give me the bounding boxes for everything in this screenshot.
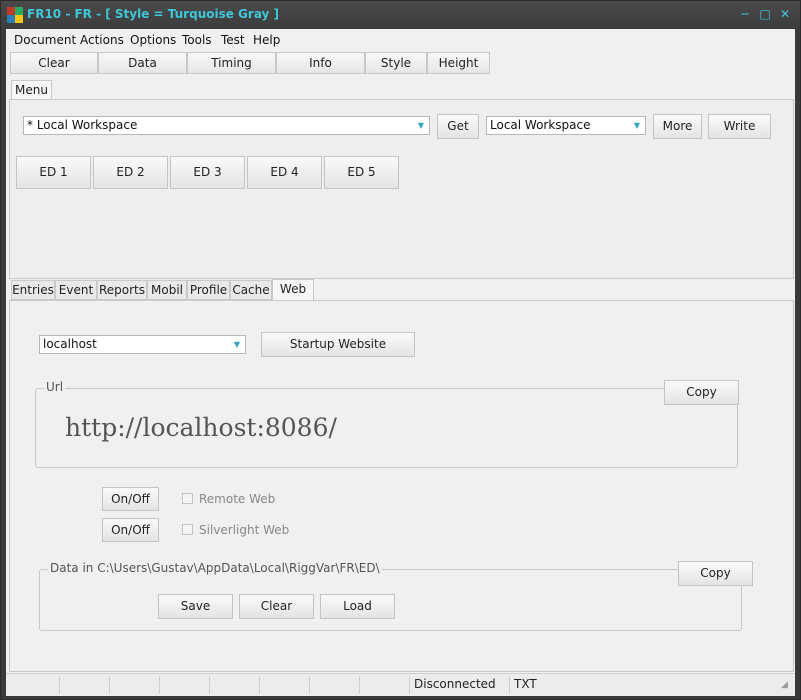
host-combo[interactable]: localhost ▼ [39,335,246,354]
app-window: FR10 - FR - [ Style = Turquoise Gray ] ─… [0,0,801,700]
toolbar-info-button[interactable]: Info [276,52,365,74]
menu-test[interactable]: Test [221,33,245,47]
menu-document[interactable]: Document [14,33,76,47]
menu-panel: * Local Workspace ▼ Get Local Workspace … [9,99,794,279]
menu-tools[interactable]: Tools [182,33,212,47]
tab-web[interactable]: Web [272,279,314,301]
data-copy-button[interactable]: Copy [678,561,753,586]
silverlight-web-label: Silverlight Web [199,523,290,537]
silverlight-web-toggle-button[interactable]: On/Off [102,518,159,542]
close-icon[interactable]: ✕ [776,5,794,23]
minimize-icon[interactable]: ─ [736,5,754,23]
menu-actions[interactable]: Actions [80,33,124,47]
silverlight-web-checkbox[interactable] [182,524,193,535]
toolbar-data-button[interactable]: Data [98,52,187,74]
get-button[interactable]: Get [437,114,479,139]
remote-web-label: Remote Web [199,492,276,506]
tab-reports[interactable]: Reports [97,280,147,300]
tab-menu[interactable]: Menu [11,80,52,100]
window-title: FR10 - FR - [ Style = Turquoise Gray ] [27,7,280,21]
menu-help[interactable]: Help [253,33,280,47]
remote-web-toggle-button[interactable]: On/Off [102,487,159,511]
toolbar-clear-button[interactable]: Clear [10,52,98,74]
resize-grip-icon[interactable]: ◢ [781,680,788,690]
tab-event[interactable]: Event [55,280,97,300]
workspace-combo[interactable]: * Local Workspace ▼ [23,116,430,135]
format-status: TXT [509,676,779,694]
ed-4-button[interactable]: ED 4 [247,156,322,189]
tab-mobil[interactable]: Mobil [147,280,187,300]
save-button[interactable]: Save [158,594,233,619]
startup-website-button[interactable]: Startup Website [261,332,415,357]
app-icon [7,7,23,23]
toolbar: Clear Data Timing Info Style Height [6,51,795,75]
ed-5-button[interactable]: ED 5 [324,156,399,189]
toolbar-style-button[interactable]: Style [365,52,427,74]
host-combo-value: localhost [43,337,97,351]
more-button[interactable]: More [653,114,702,139]
status-cell [109,676,159,694]
status-cell [309,676,359,694]
tab-entries[interactable]: Entries [11,280,55,300]
workspace-type-combo[interactable]: Local Workspace ▼ [486,116,646,135]
status-cell [209,676,259,694]
ed-3-button[interactable]: ED 3 [170,156,245,189]
chevron-down-icon[interactable]: ▼ [632,117,642,134]
ed-2-button[interactable]: ED 2 [93,156,168,189]
write-button[interactable]: Write [708,114,771,139]
remote-web-checkbox[interactable] [182,493,193,504]
workspace-combo-value: * Local Workspace [27,118,138,132]
toolbar-timing-button[interactable]: Timing [187,52,276,74]
status-cell [259,676,309,694]
client-area: Document Actions Options Tools Test Help… [6,29,795,696]
maximize-icon[interactable]: □ [756,5,774,23]
url-legend: Url [44,380,66,394]
data-path-legend: Data in C:\Users\Gustav\AppData\Local\Ri… [48,561,382,575]
menu-bar: Document Actions Options Tools Test Help [6,29,795,51]
status-bar: Disconnected TXT ◢ [6,673,795,696]
menu-options[interactable]: Options [130,33,176,47]
chevron-down-icon[interactable]: ▼ [232,336,242,353]
connection-status: Disconnected [409,676,509,694]
status-cell [359,676,409,694]
clear-button[interactable]: Clear [239,594,314,619]
web-panel: localhost ▼ Startup Website Url Copy htt… [9,300,794,672]
status-cell [59,676,109,694]
toolbar-height-button[interactable]: Height [427,52,490,74]
load-button[interactable]: Load [320,594,395,619]
url-display: http://localhost:8086/ [65,413,337,442]
url-copy-button[interactable]: Copy [664,380,739,405]
ed-1-button[interactable]: ED 1 [16,156,91,189]
chevron-down-icon[interactable]: ▼ [416,117,426,134]
tab-cache[interactable]: Cache [230,280,272,300]
status-cell [159,676,209,694]
workspace-type-value: Local Workspace [490,118,591,132]
title-bar[interactable]: FR10 - FR - [ Style = Turquoise Gray ] ─… [1,1,800,29]
tab-profile[interactable]: Profile [187,280,230,300]
